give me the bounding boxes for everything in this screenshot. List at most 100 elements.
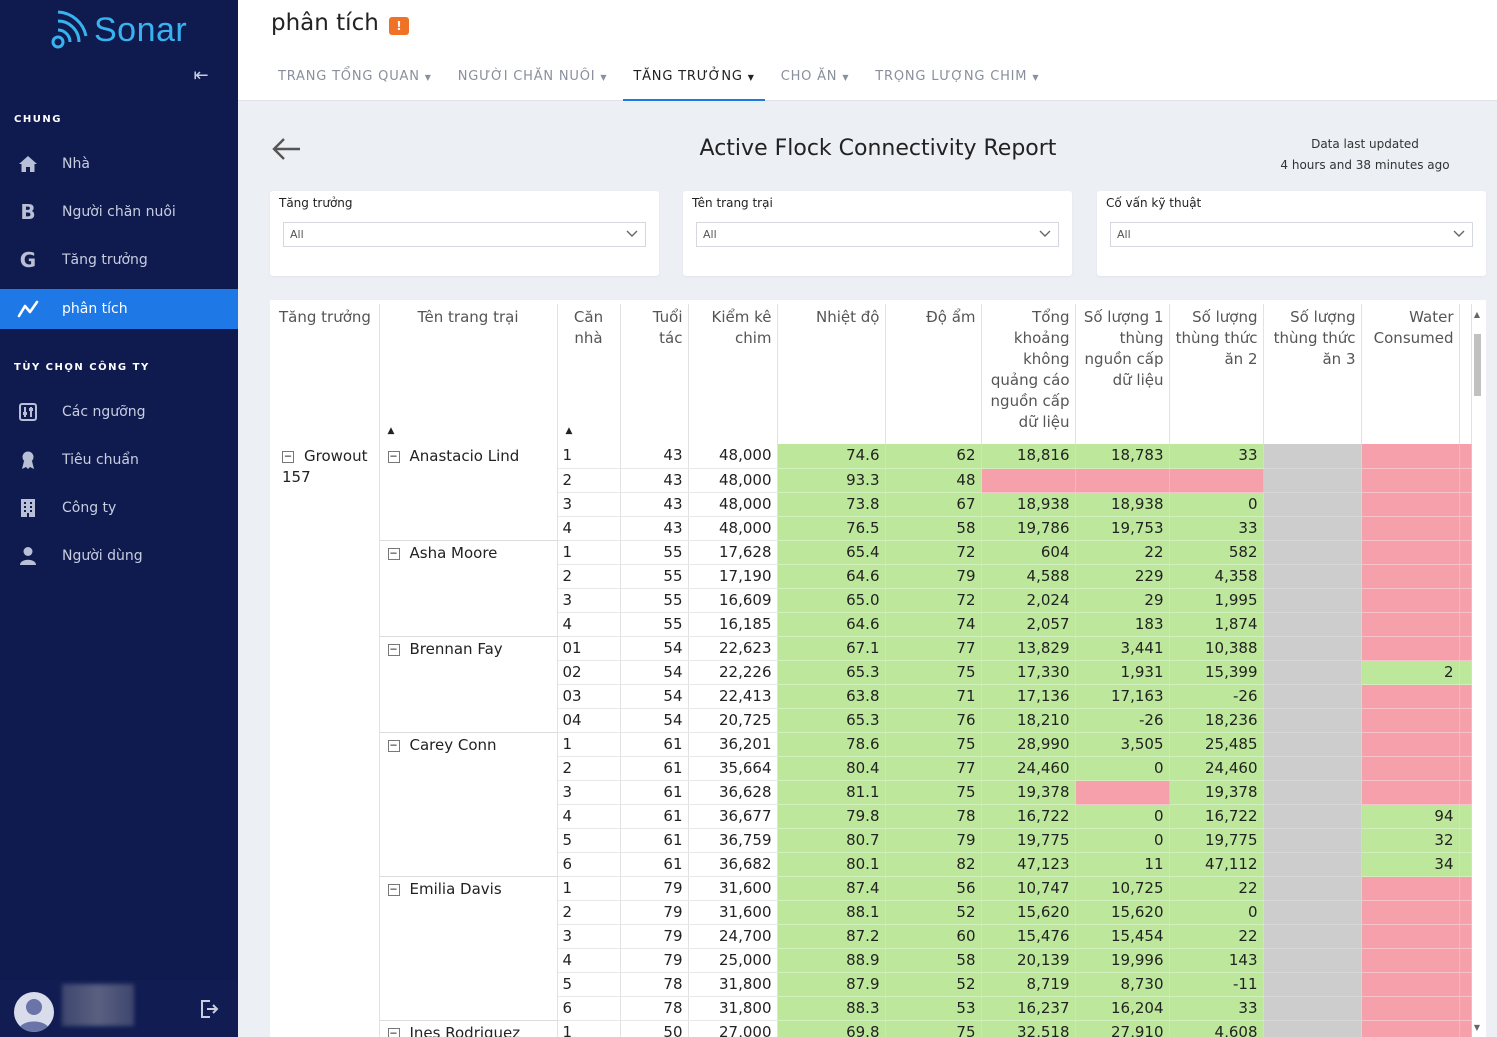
growout-select[interactable]: All (283, 222, 646, 247)
column-header-humidity[interactable]: Độ ẩm (885, 304, 982, 444)
sort-asc-icon[interactable]: ▲ (566, 421, 573, 442)
chevron-down-icon (1453, 230, 1465, 237)
farm-group-cell: − Asha Moore (379, 540, 558, 637)
collapse-group-icon[interactable]: − (387, 883, 400, 896)
cell-temp: 88.3 (777, 996, 886, 1021)
cell-total (981, 468, 1076, 493)
sidebar-item-home[interactable]: Nhà (0, 144, 238, 184)
cell-bin1: 18,783 (1075, 444, 1170, 469)
tab-overview[interactable]: TRANG TỔNG QUAN ▼ (268, 56, 442, 101)
sidebar-item-label: Tăng trưởng (62, 252, 148, 268)
cell-bin3 (1263, 636, 1362, 661)
farm-group-cell: − Anastacio Lind (379, 444, 558, 541)
collapse-group-icon[interactable]: − (387, 739, 400, 752)
sonar-logo[interactable]: Sonar (48, 8, 187, 52)
cell-overflow (1459, 732, 1472, 757)
column-header-house[interactable]: Căn nhà ▲ (557, 304, 621, 444)
column-header-label: Tuổi tác (652, 308, 683, 347)
column-header-total-feed-inventory[interactable]: Tổng khoảng không quảng cáo nguồn cấp dữ… (981, 304, 1076, 444)
avatar[interactable] (14, 992, 54, 1032)
sidebar-item-standards[interactable]: Tiêu chuẩn (0, 440, 238, 480)
column-header-bird-inventory[interactable]: Kiểm kê chim (688, 304, 778, 444)
column-header-feed-bin-3[interactable]: Số lượng thùng thức ăn 3 (1263, 304, 1362, 444)
cell-overflow (1459, 564, 1472, 589)
filter-label: Cố vấn kỹ thuật (1106, 196, 1202, 210)
cell-bin2: 1,874 (1169, 612, 1264, 637)
column-header-growout[interactable]: Tăng trưởng (274, 304, 380, 444)
cell-water (1361, 708, 1460, 733)
column-header-label: Căn nhà (573, 308, 604, 347)
cell-age: 61 (620, 756, 689, 781)
cell-birds: 48,000 (688, 468, 778, 493)
sidebar-item-thresholds[interactable]: Các ngưỡng (0, 392, 238, 432)
tab-feeding[interactable]: CHO ĂN ▼ (771, 56, 860, 101)
cell-house: 2 (557, 468, 621, 493)
tab-growth[interactable]: TĂNG TRƯỞNG ▼ (623, 56, 765, 101)
cell-bin2: 582 (1169, 540, 1264, 565)
sidebar-item-breeders[interactable]: B Người chăn nuôi (0, 192, 238, 232)
caret-down-icon: ▼ (747, 73, 755, 82)
column-header-age[interactable]: Tuổi tác (620, 304, 689, 444)
cell-bin3 (1263, 924, 1362, 949)
column-header-feed-bin-1[interactable]: Số lượng 1 thùng nguồn cấp dữ liệu (1075, 304, 1170, 444)
collapse-group-icon[interactable]: − (387, 643, 400, 656)
cell-humidity: 48 (885, 468, 982, 493)
sidebar-item-growouts[interactable]: G Tăng trưởng (0, 240, 238, 280)
cell-temp: 64.6 (777, 564, 886, 589)
sidebar-item-company[interactable]: Công ty (0, 488, 238, 528)
cell-bin2 (1169, 468, 1264, 493)
cell-bin1: 0 (1075, 756, 1170, 781)
cell-age: 43 (620, 468, 689, 493)
collapse-group-icon[interactable]: − (387, 547, 400, 560)
column-header-water-consumed[interactable]: Water Consumed (1361, 304, 1460, 444)
cell-water (1361, 1020, 1460, 1037)
cell-temp: 67.1 (777, 636, 886, 661)
scrollbar-thumb[interactable] (1474, 334, 1481, 396)
vertical-scrollbar[interactable]: ▲ ▼ (1472, 306, 1482, 1032)
sort-asc-icon[interactable]: ▲ (388, 421, 395, 442)
farm-name: Ines Rodriguez (409, 1023, 521, 1037)
cell-house: 2 (557, 564, 621, 589)
cell-house: 01 (557, 636, 621, 661)
scroll-down-icon[interactable]: ▼ (1472, 1023, 1482, 1032)
cell-total: 47,123 (981, 852, 1076, 877)
collapse-group-icon[interactable]: − (282, 450, 294, 463)
farm-name: Brennan Fay (409, 639, 503, 658)
select-value: All (1117, 228, 1131, 241)
column-header-temperature[interactable]: Nhiệt độ (777, 304, 886, 444)
collapse-group-icon[interactable]: − (387, 450, 400, 463)
cell-bin1: 3,505 (1075, 732, 1170, 757)
cell-temp: 73.8 (777, 492, 886, 517)
collapse-group-icon[interactable]: − (387, 1027, 400, 1037)
cell-house: 4 (557, 612, 621, 637)
cell-house: 3 (557, 780, 621, 805)
column-header-feed-bin-2[interactable]: Số lượng thùng thức ăn 2 (1169, 304, 1264, 444)
column-header-farm-name[interactable]: Tên trang trại ▲ (379, 304, 558, 444)
username-redacted (62, 984, 134, 1026)
cell-total: 17,330 (981, 660, 1076, 685)
tab-bird-weight[interactable]: TRỌNG LƯỢNG CHIM ▼ (865, 56, 1049, 101)
cell-bin1: 17,163 (1075, 684, 1170, 709)
logout-icon[interactable] (198, 998, 222, 1022)
report-table: Tăng trưởng Tên trang trại ▲ Căn nhà ▲ Tuổ… (274, 304, 1472, 1037)
sidebar-item-users[interactable]: Người dùng (0, 536, 238, 576)
cell-age: 61 (620, 852, 689, 877)
cell-temp: 65.4 (777, 540, 886, 565)
cell-overflow (1459, 468, 1472, 493)
scroll-up-icon[interactable]: ▲ (1472, 310, 1482, 319)
cell-bin1: 0 (1075, 804, 1170, 829)
technical-advisor-select[interactable]: All (1110, 222, 1473, 247)
cell-temp: 65.3 (777, 708, 886, 733)
cell-bin3 (1263, 756, 1362, 781)
collapse-sidebar-icon[interactable]: ⇤ (190, 64, 212, 88)
cell-total: 2,024 (981, 588, 1076, 613)
tab-breeders[interactable]: NGƯỜI CHĂN NUÔI ▼ (448, 56, 618, 101)
sidebar-item-analytics[interactable]: phân tích (0, 289, 238, 329)
farm-name-select[interactable]: All (696, 222, 1059, 247)
cell-age: 55 (620, 612, 689, 637)
alert-badge[interactable]: ! (389, 17, 409, 35)
cell-temp: 87.2 (777, 924, 886, 949)
cell-bin1: 29 (1075, 588, 1170, 613)
cell-humidity: 72 (885, 588, 982, 613)
cell-bin3 (1263, 780, 1362, 805)
